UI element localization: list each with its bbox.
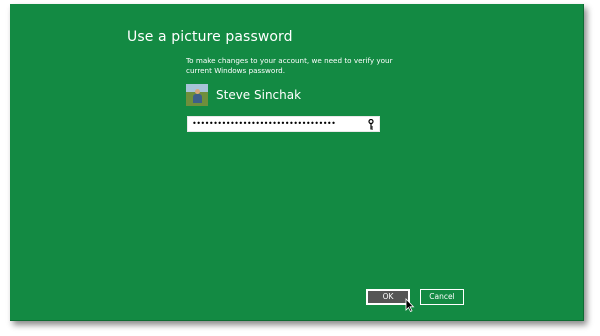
password-value: •••••••••••••••••••••••••••••••••• — [192, 119, 336, 128]
picture-password-dialog: Use a picture password To make changes t… — [10, 4, 584, 321]
user-row: Steve Sinchak — [186, 84, 301, 106]
page-title: Use a picture password — [127, 29, 293, 45]
key-icon[interactable] — [367, 119, 375, 130]
mouse-pointer-icon — [405, 298, 415, 312]
cancel-button[interactable]: Cancel — [420, 289, 464, 305]
avatar — [186, 84, 208, 106]
description-text: To make changes to your account, we need… — [186, 56, 393, 75]
user-name: Steve Sinchak — [216, 88, 302, 102]
password-field[interactable]: •••••••••••••••••••••••••••••••••• — [187, 116, 380, 132]
ok-button[interactable]: OK — [366, 289, 410, 305]
